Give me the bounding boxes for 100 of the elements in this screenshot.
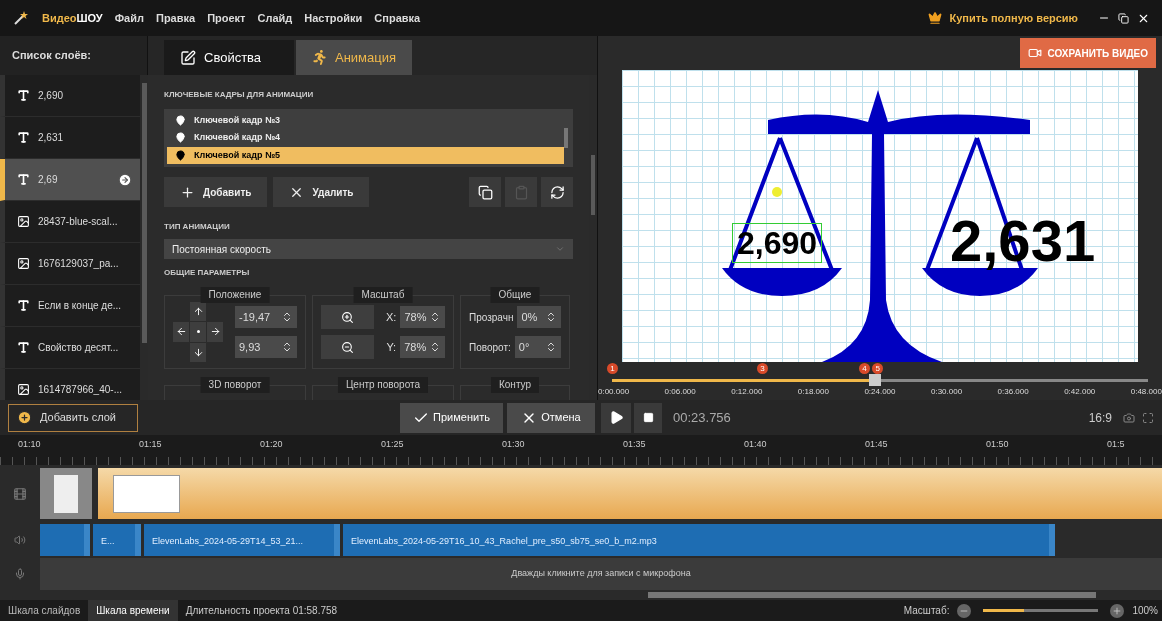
buy-link[interactable]: Купить полную версию <box>949 9 1078 27</box>
tab[interactable]: Свойства <box>164 40 294 75</box>
center-button[interactable] <box>190 322 206 342</box>
layer-item[interactable]: 28437-blue-scal... <box>0 201 140 243</box>
video-track-icon <box>13 486 27 501</box>
zoom-out-button[interactable] <box>957 603 972 618</box>
add-button[interactable]: Добавить <box>164 177 268 207</box>
move-left-button[interactable] <box>173 322 189 342</box>
refresh-button[interactable] <box>541 177 573 207</box>
apply-button[interactable]: Применить <box>400 402 503 433</box>
keyframe-item[interactable]: Ключевой кадр №4 <box>167 129 564 147</box>
layer-item[interactable]: 1676129037_pa... <box>0 243 140 285</box>
keyframe-marker[interactable]: 3 <box>757 363 769 374</box>
menu-item[interactable]: Слайд <box>257 9 293 27</box>
zoom-out-icon <box>341 340 355 354</box>
number-field[interactable]: 0% <box>517 306 561 328</box>
menu-item[interactable]: Настройки <box>304 9 363 27</box>
tab[interactable]: Анимация <box>296 40 413 75</box>
field-label: Y: <box>386 339 397 355</box>
audio-clip[interactable]: ElevenLabs_2024-05-29T14_53_21... <box>144 524 340 556</box>
play-button[interactable] <box>601 402 631 433</box>
ruler-label: 01:45 <box>865 438 889 451</box>
zoom-label: Масштаб: <box>903 604 950 618</box>
mic-record-area[interactable]: Дважды кликните для записи с микрофона <box>40 558 1162 590</box>
section-title: ТИП АНИМАЦИИ <box>164 221 231 233</box>
playback-track[interactable] <box>612 374 1148 386</box>
layer-item[interactable]: 2,631 <box>0 117 140 159</box>
move-right-button[interactable] <box>207 322 223 342</box>
spinner-icon <box>429 341 441 353</box>
paste-icon <box>513 184 529 200</box>
zoom-in-button[interactable] <box>321 305 375 329</box>
group-title: Масштаб <box>353 287 413 303</box>
number-field[interactable]: 0° <box>514 336 561 358</box>
audio-clip[interactable]: ElevenLabs_2024-05-29T16_10_43_Rachel_pre_s50_sb75_se0_b_m2.mp3 <box>343 524 1055 556</box>
rotation-handle[interactable] <box>772 187 783 197</box>
menu-item[interactable]: Проект <box>207 9 246 27</box>
menu-item[interactable]: Правка <box>156 9 196 27</box>
keyframe-item[interactable]: Ключевой кадр №5 <box>167 146 564 164</box>
move-down-button[interactable] <box>190 342 206 362</box>
keyframe-marker[interactable]: 4 <box>858 363 870 374</box>
number-field[interactable]: 78% <box>400 306 445 328</box>
number-field[interactable]: -19,47 <box>235 306 297 328</box>
spinner-icon <box>429 311 441 323</box>
audio-clip[interactable] <box>40 524 90 556</box>
cancel-button[interactable]: Отмена <box>507 402 595 433</box>
view-tab[interactable]: Шкала времени <box>88 600 178 621</box>
layer-item[interactable]: Свойство десят... <box>0 327 140 369</box>
text-layer-icon <box>17 131 30 144</box>
layer-item[interactable]: 2,690 <box>0 75 140 117</box>
restore-icon[interactable] <box>1118 12 1129 24</box>
scrollbar[interactable] <box>140 75 148 400</box>
field-label: Поворот: <box>469 340 511 355</box>
zoom-in-icon <box>341 310 354 324</box>
add-layer-button[interactable]: Добавить слой <box>8 403 138 432</box>
tick-label: 0:00.000 <box>598 387 630 397</box>
keyframe-marker[interactable]: 1 <box>607 363 618 374</box>
stop-button[interactable] <box>634 402 662 433</box>
number-field[interactable]: 78% <box>400 336 445 358</box>
animation-type-dropdown[interactable]: Постоянная скорость <box>164 239 573 259</box>
view-tab[interactable]: Шкала слайдов <box>0 600 89 621</box>
field-label: Прозрачн <box>469 310 514 325</box>
tick-label: 0:06.000 <box>664 387 696 397</box>
number-field[interactable]: 9,93 <box>235 336 297 358</box>
app-logo: ВидеоШОУ <box>42 10 103 26</box>
layer-item[interactable]: 1614787966_40-... <box>0 369 140 400</box>
microphone-icon <box>14 568 26 580</box>
tick-label: 0:42.000 <box>1064 387 1096 397</box>
horizontal-scrollbar[interactable] <box>648 592 1096 598</box>
audio-clip[interactable]: E... <box>93 524 141 556</box>
slide-clip[interactable] <box>98 468 1162 519</box>
slide-clip[interactable] <box>40 468 92 519</box>
layer-item[interactable]: 2,69 <box>0 159 140 201</box>
copy-button[interactable] <box>469 177 501 207</box>
zoom-slider[interactable] <box>983 609 1099 612</box>
group-title: Центр поворота <box>337 377 429 393</box>
ruler-label: 01:30 <box>502 438 526 451</box>
aspect-ratio[interactable]: 16:9 <box>1088 408 1112 427</box>
layer-item[interactable]: Если в конце де... <box>0 285 140 327</box>
tick-label: 0:18.000 <box>797 387 829 397</box>
zoom-in-button[interactable] <box>1110 603 1125 618</box>
delete-button[interactable]: Удалить <box>273 177 370 207</box>
move-up-button[interactable] <box>190 302 206 322</box>
playhead-handle[interactable] <box>868 374 881 386</box>
image-layer-icon <box>17 257 30 270</box>
zoom-out-button[interactable] <box>321 335 375 359</box>
pin-icon <box>175 149 186 161</box>
zoom-value: 100% <box>1132 604 1158 618</box>
video-camera-icon <box>1028 46 1043 60</box>
menu-item[interactable]: Справка <box>374 9 421 27</box>
text-layer-icon <box>17 173 30 186</box>
spinner-icon <box>545 341 557 353</box>
keyframe-marker[interactable]: 5 <box>872 363 884 374</box>
copy-icon <box>477 184 493 200</box>
spinner-icon <box>281 311 293 323</box>
menu-item[interactable]: Файл <box>114 9 144 27</box>
keyframe-item[interactable]: Ключевой кадр №3 <box>167 112 564 130</box>
camera-icon[interactable] <box>1123 411 1135 424</box>
tick-label: 0:30.000 <box>930 387 963 397</box>
text-layer-icon <box>17 299 30 312</box>
fullscreen-icon[interactable] <box>1142 411 1154 424</box>
